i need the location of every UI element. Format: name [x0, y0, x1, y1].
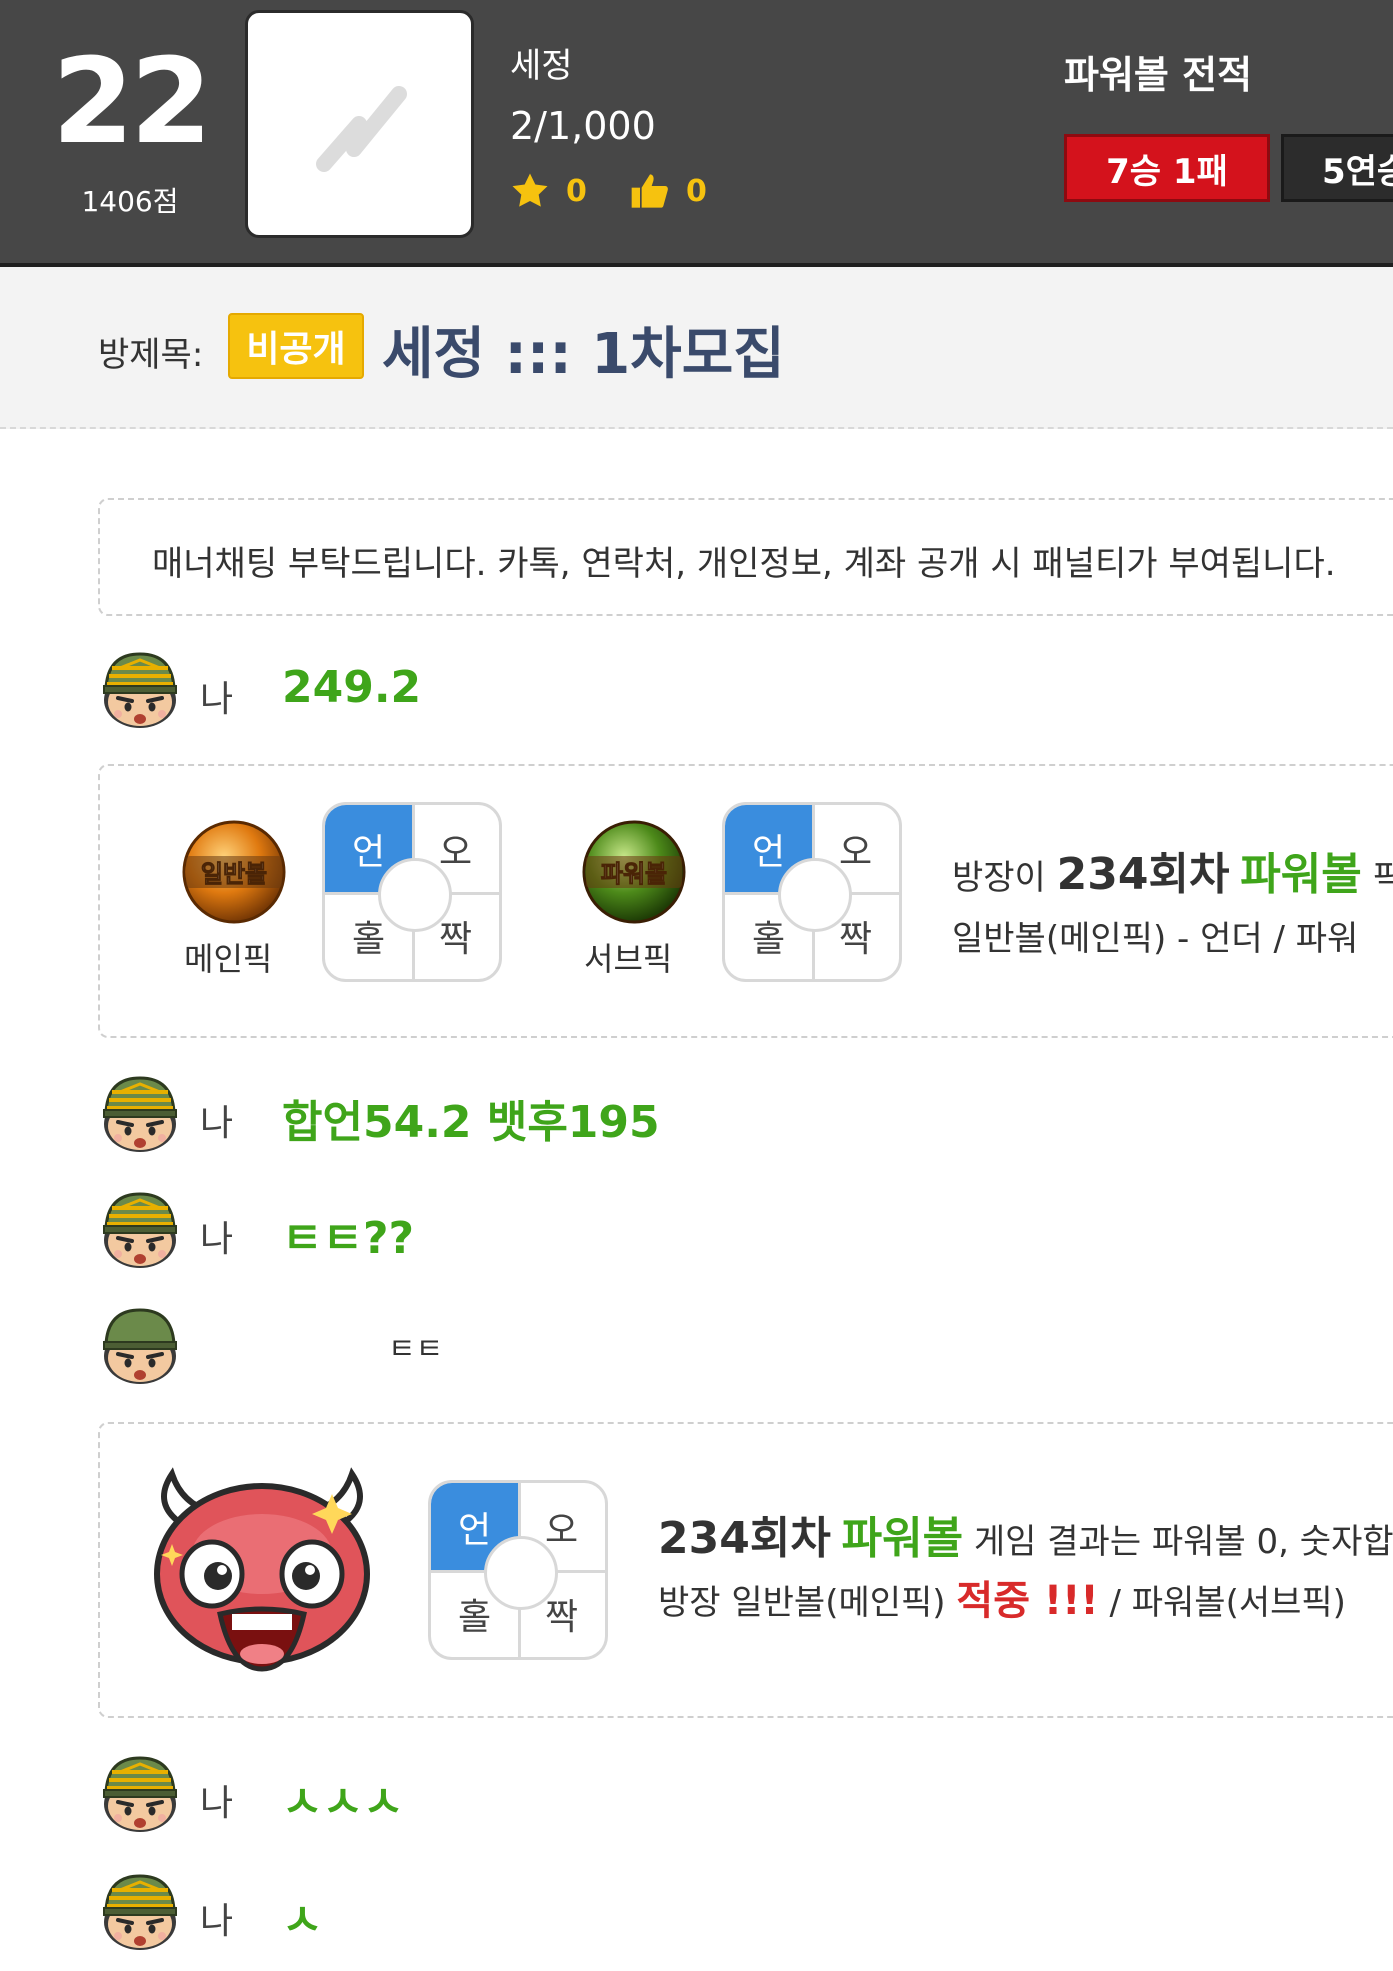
chat-message: ㅌㅌ: [98, 1304, 1393, 1388]
like-count[interactable]: 0: [630, 170, 707, 212]
power-ball-icon: 파워볼: [582, 820, 686, 924]
rank-number: 22: [52, 32, 212, 170]
message-text: ㅌㅌ??: [282, 1213, 415, 1264]
message-text: ㅅㅅㅅ: [282, 1777, 404, 1828]
normal-ball-icon: 일반볼: [182, 820, 286, 924]
message-text: ㅌㅌ: [388, 1332, 444, 1367]
chat-message: 나 ㅌㅌ??: [98, 1188, 1393, 1272]
grid-center-circle: [778, 858, 852, 932]
star-icon: [512, 173, 548, 207]
message-text: 249.2: [282, 662, 422, 713]
soldier-avatar-icon[interactable]: [98, 1870, 182, 1954]
profile-placeholder-icon: [316, 86, 407, 172]
streak-badge: 5연승: [1281, 134, 1393, 202]
sender-name[interactable]: 나: [200, 1774, 233, 1826]
soldier-avatar-icon[interactable]: [98, 1304, 182, 1388]
result-grid: 언 오 홀 짝: [428, 1480, 608, 1660]
pick-summary-line2: 일반볼(메인픽) - 언더 / 파워: [952, 919, 1359, 959]
soldier-avatar-icon[interactable]: [98, 1188, 182, 1272]
private-badge: 비공개: [228, 313, 364, 379]
main-pick-grid: 언 오 홀 짝: [322, 802, 502, 982]
soldier-avatar-icon[interactable]: [98, 648, 182, 732]
room-title-label: 방제목:: [98, 335, 204, 375]
main-pick-label: 메인픽: [184, 940, 273, 978]
sub-pick-label: 서브픽: [584, 940, 673, 978]
like-count-value: 0: [686, 173, 707, 209]
soldier-avatar-icon[interactable]: [98, 1752, 182, 1836]
grid-center-circle: [484, 1536, 558, 1610]
pick-summary-line1: 방장이 234회차 파워볼 픽: [952, 849, 1393, 900]
sub-pick-grid: 언 오 홀 짝: [722, 802, 902, 982]
rank-score: 1406점: [81, 185, 179, 218]
win-loss-badge: 7승 1패: [1064, 134, 1270, 202]
chat-notice-text: 매너채팅 부탁드립니다. 카톡, 연락처, 개인정보, 계좌 공개 시 패널티가…: [152, 544, 1336, 584]
room-title-bar: 방제목: 비공개 세정 ::: 1차모집: [0, 267, 1393, 429]
result-card: 언 오 홀 짝 234회차 파워볼 게임 결과는 파워볼 0, 숫자합 방장 일…: [98, 1422, 1393, 1718]
devil-emoticon-icon: [154, 1467, 370, 1672]
star-count[interactable]: 0: [510, 170, 587, 212]
soldier-avatar-icon[interactable]: [98, 1072, 182, 1156]
host-nickname: 세정: [510, 46, 573, 86]
record-title: 파워볼 전적: [1064, 53, 1253, 97]
result-summary-line2: 방장 일반볼(메인픽) 적중 !!! / 파워볼(서브픽): [658, 1578, 1346, 1624]
profile-header: 22 1406점 세정 2/1,000 0 0 파워볼 전적 7승 1패 5연승: [0, 0, 1393, 267]
grid-center-circle: [378, 858, 452, 932]
chat-message: 나 합언54.2 뱃후195: [98, 1072, 1393, 1156]
profile-image[interactable]: [245, 10, 474, 238]
sender-name[interactable]: 나: [200, 1210, 233, 1262]
message-text: ㅅ: [282, 1895, 323, 1946]
normal-ball-text: 일반볼: [201, 860, 267, 888]
power-ball-text: 파워볼: [601, 860, 667, 888]
pick-card: 일반볼 메인픽 언 오 홀 짝 파워볼 서브픽 언 오 홀 짝 방장이 234회…: [98, 764, 1393, 1038]
member-count: 2/1,000: [510, 104, 656, 148]
chat-notice: 매너채팅 부탁드립니다. 카톡, 연락처, 개인정보, 계좌 공개 시 패널티가…: [98, 498, 1393, 616]
star-count-value: 0: [566, 173, 587, 209]
room-title: 세정 ::: 1차모집: [382, 322, 785, 387]
sender-name[interactable]: 나: [200, 1094, 233, 1146]
thumbs-up-icon: [631, 174, 668, 208]
chat-message: 나 ㅅ: [98, 1870, 1393, 1954]
message-text: 합언54.2 뱃후195: [282, 1097, 660, 1148]
sender-name[interactable]: 나: [200, 1892, 233, 1944]
chat-message: 나 ㅅㅅㅅ: [98, 1752, 1393, 1836]
result-summary-line1: 234회차 파워볼 게임 결과는 파워볼 0, 숫자합: [658, 1513, 1393, 1564]
sender-name[interactable]: 나: [200, 670, 233, 722]
chat-message: 나 249.2: [98, 648, 1393, 732]
